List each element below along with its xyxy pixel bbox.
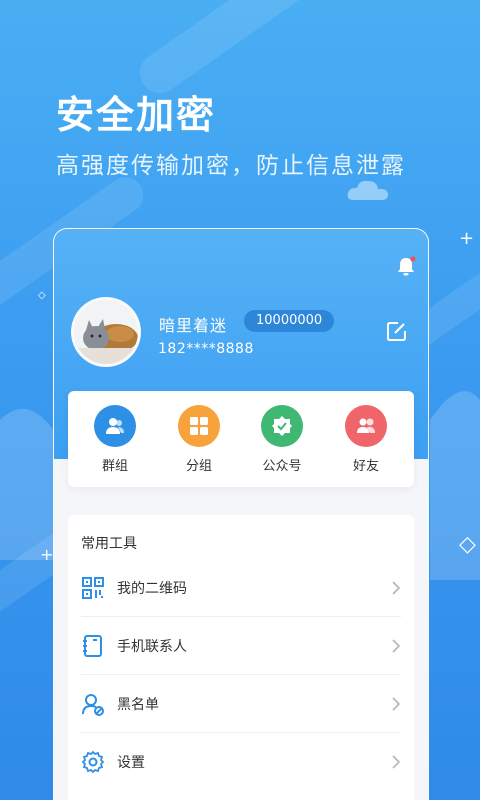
tool-label: 我的二维码 xyxy=(117,580,187,597)
quick-action-label: 公众号 xyxy=(262,459,302,474)
tool-label: 手机联系人 xyxy=(117,638,187,655)
tool-item-contacts[interactable]: 手机联系人 xyxy=(81,617,401,675)
hero-subtitle: 高强度传输加密，防止信息泄露 xyxy=(56,153,406,179)
right-cloud-shape xyxy=(430,391,480,580)
quick-action-official-account[interactable]: 公众号 xyxy=(252,405,312,474)
group-icon xyxy=(94,405,136,447)
category-icon xyxy=(178,405,220,447)
tool-label: 设置 xyxy=(117,755,145,771)
tool-item-settings[interactable]: 设置 xyxy=(81,733,401,791)
user-id-badge: 10000000 xyxy=(244,310,335,332)
quick-action-category[interactable]: 分组 xyxy=(169,405,229,474)
plus-sparkle-icon: + xyxy=(459,228,475,249)
chevron-right-icon xyxy=(392,580,401,595)
edit-icon[interactable] xyxy=(386,320,408,342)
chevron-right-icon xyxy=(392,638,401,653)
tool-item-qrcode[interactable]: 我的二维码 xyxy=(81,559,401,617)
friends-icon xyxy=(345,405,387,447)
quick-action-label: 好友 xyxy=(352,459,379,474)
diamond-sparkle-icon: ◇ xyxy=(38,290,46,301)
avatar[interactable] xyxy=(71,297,141,367)
hero-title: 安全加密 xyxy=(56,93,217,137)
chevron-right-icon xyxy=(392,696,401,711)
quick-action-friends[interactable]: 好友 xyxy=(336,405,396,474)
cat-avatar-image xyxy=(74,300,138,364)
quick-action-label: 分组 xyxy=(185,459,212,474)
bell-icon[interactable] xyxy=(395,255,417,277)
official-account-icon xyxy=(261,405,303,447)
phone-mockup: 暗里着迷 10000000 182****8888 群组 分组 公众号 好友 常… xyxy=(53,228,429,800)
tool-item-blacklist[interactable]: 黑名单 xyxy=(81,675,401,733)
profile-phone: 182****8888 xyxy=(158,341,254,357)
qrcode-icon xyxy=(82,576,104,599)
quick-action-label: 群组 xyxy=(101,459,128,474)
cloud-icon xyxy=(347,180,388,200)
settings-icon xyxy=(81,750,105,774)
chevron-right-icon xyxy=(392,755,401,769)
plus-sparkle-icon: + xyxy=(40,545,54,564)
contacts-book-icon xyxy=(83,634,102,657)
section-title: 常用工具 xyxy=(81,536,137,552)
blacklist-icon xyxy=(82,693,104,716)
common-tools-card: 常用工具 我的二维码 手机联系人 黑名单 设置 xyxy=(68,515,414,800)
quick-action-group[interactable]: 群组 xyxy=(85,405,145,474)
left-cloud-shape xyxy=(0,408,60,560)
tool-label: 黑名单 xyxy=(117,696,159,713)
profile-name: 暗里着迷 xyxy=(159,316,228,335)
diamond-sparkle-icon: ◇ xyxy=(459,532,476,557)
quick-actions-card: 群组 分组 公众号 好友 xyxy=(68,391,414,487)
